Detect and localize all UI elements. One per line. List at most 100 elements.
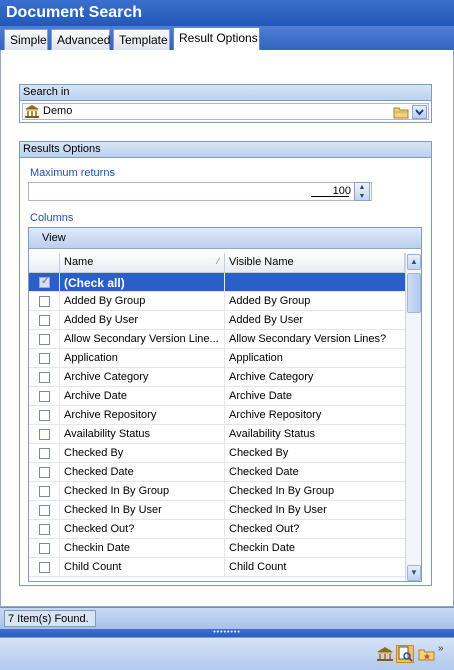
tab-strip: Simple Advanced Template Result Options	[0, 26, 454, 50]
table-row[interactable]: Checked Out? Checked Out?	[29, 520, 405, 539]
row-checkbox-cell	[29, 349, 60, 368]
folder-star-icon[interactable]	[418, 645, 436, 663]
row-checkbox-cell	[29, 292, 60, 311]
scroll-thumb[interactable]	[407, 273, 421, 313]
document-search-icon	[398, 646, 413, 662]
row-checkbox-cell	[29, 444, 60, 463]
row-visible-name[interactable]: Child Count	[225, 561, 403, 573]
row-checkbox-cell	[29, 387, 60, 406]
table-row[interactable]: Archive Date Archive Date	[29, 387, 405, 406]
row-checkbox[interactable]	[39, 372, 50, 383]
row-checkbox-cell	[29, 463, 60, 482]
row-visible-name[interactable]: Checkin Date	[225, 542, 403, 554]
search-in-field[interactable]: Demo	[22, 103, 429, 120]
splitter-grip[interactable]: ••••••••	[0, 629, 454, 637]
row-visible-name[interactable]: Added By Group	[225, 295, 403, 307]
row-checkbox[interactable]	[39, 448, 50, 459]
search-in-section: Demo	[19, 101, 432, 123]
column-header-name-label: Name	[64, 256, 94, 268]
results-options-header: Results Options	[19, 141, 432, 158]
row-checkbox-cell	[29, 406, 60, 425]
row-checkbox-cell	[29, 330, 60, 349]
row-checkbox-cell	[29, 482, 60, 501]
search-in-header: Search in	[19, 84, 432, 101]
row-checkbox[interactable]	[39, 410, 50, 421]
table-row[interactable]: Child Count Child Count	[29, 558, 405, 577]
document-search-button[interactable]	[396, 645, 414, 663]
window-title: Document Search	[0, 0, 454, 26]
row-checkbox-cell	[29, 520, 60, 539]
table-row[interactable]: Checked By Checked By	[29, 444, 405, 463]
row-name: (Check all)	[64, 276, 125, 290]
search-in-dropdown-button[interactable]	[412, 105, 427, 119]
status-text: 7 Item(s) Found.	[4, 610, 96, 627]
tab-simple[interactable]: Simple	[4, 29, 48, 50]
row-visible-name[interactable]: Archive Category	[225, 371, 403, 383]
row-checkbox-cell	[29, 368, 60, 387]
row-checkbox-cell	[29, 311, 60, 330]
row-checkbox[interactable]: ✓	[39, 276, 50, 288]
spin-down-icon[interactable]: ▼	[355, 192, 369, 201]
max-returns-input[interactable]: 100	[28, 182, 372, 201]
grid-scrollbar[interactable]: ▲ ▼	[405, 253, 421, 581]
tab-advanced[interactable]: Advanced	[51, 29, 110, 50]
table-row[interactable]: Archive Repository Archive Repository	[29, 406, 405, 425]
row-name: Child Count	[64, 561, 122, 573]
table-row[interactable]: ✓ (Check all)	[29, 273, 405, 292]
row-name: Archive Repository	[64, 409, 157, 421]
row-visible-name[interactable]: Added By User	[225, 314, 403, 326]
row-checkbox[interactable]	[39, 562, 50, 573]
row-visible-name[interactable]: Application	[225, 352, 403, 364]
row-visible-name[interactable]: Checked In By Group	[225, 485, 403, 497]
row-checkbox[interactable]	[39, 486, 50, 497]
max-returns-spinner[interactable]: ▲ ▼	[354, 182, 370, 201]
column-header-name[interactable]: Name ⁄	[60, 253, 225, 273]
row-name: Availability Status	[64, 428, 151, 440]
view-menu[interactable]: View	[29, 228, 421, 249]
table-row[interactable]: Added By Group Added By Group	[29, 292, 405, 311]
row-checkbox-cell: ✓	[29, 273, 60, 292]
table-row[interactable]: Checked Date Checked Date	[29, 463, 405, 482]
row-name: Added By User	[64, 314, 138, 326]
table-row[interactable]: Checked In By Group Checked In By Group	[29, 482, 405, 501]
double-chevron-down-icon[interactable]: »	[438, 644, 444, 654]
row-visible-name[interactable]: Checked By	[225, 447, 403, 459]
max-returns-value: 100	[332, 185, 351, 197]
row-checkbox[interactable]	[39, 524, 50, 535]
spin-up-icon[interactable]: ▲	[355, 183, 369, 192]
row-visible-name[interactable]: Archive Date	[225, 390, 403, 402]
row-checkbox[interactable]	[39, 391, 50, 402]
tab-result-options[interactable]: Result Options	[173, 27, 260, 50]
row-checkbox[interactable]	[39, 505, 50, 516]
table-row[interactable]: Application Application	[29, 349, 405, 368]
table-row[interactable]: Checked In By User Checked In By User	[29, 501, 405, 520]
bank-icon[interactable]	[376, 645, 394, 663]
row-name: Checkin Date	[64, 542, 131, 554]
row-visible-name[interactable]: Allow Secondary Version Lines?	[225, 333, 403, 345]
row-checkbox[interactable]	[39, 467, 50, 478]
row-visible-name[interactable]: Checked Date	[225, 466, 403, 478]
scroll-up-icon[interactable]: ▲	[407, 254, 421, 270]
row-checkbox[interactable]	[39, 296, 50, 307]
table-row[interactable]: Allow Secondary Version Line... Allow Sec…	[29, 330, 405, 349]
table-row[interactable]: Added By User Added By User	[29, 311, 405, 330]
row-visible-name[interactable]: Availability Status	[225, 428, 403, 440]
scroll-down-icon[interactable]: ▼	[407, 565, 421, 581]
table-row[interactable]: Archive Category Archive Category	[29, 368, 405, 387]
column-header-visible-name[interactable]: Visible Name	[225, 253, 405, 273]
row-visible-name[interactable]: Checked In By User	[225, 504, 403, 516]
row-checkbox[interactable]	[39, 543, 50, 554]
row-checkbox[interactable]	[39, 353, 50, 364]
column-divider	[224, 273, 225, 292]
row-visible-name[interactable]: Archive Repository	[225, 409, 403, 421]
row-checkbox[interactable]	[39, 315, 50, 326]
table-row[interactable]: Availability Status Availability Status	[29, 425, 405, 444]
folder-icon[interactable]	[393, 105, 409, 119]
row-checkbox-cell	[29, 558, 60, 577]
row-checkbox[interactable]	[39, 334, 50, 345]
row-checkbox[interactable]	[39, 429, 50, 440]
row-visible-name[interactable]: Checked Out?	[225, 523, 403, 535]
tab-template[interactable]: Template	[113, 29, 170, 50]
table-row[interactable]: Checkin Date Checkin Date	[29, 539, 405, 558]
checkmark-icon: ✓	[41, 276, 50, 287]
